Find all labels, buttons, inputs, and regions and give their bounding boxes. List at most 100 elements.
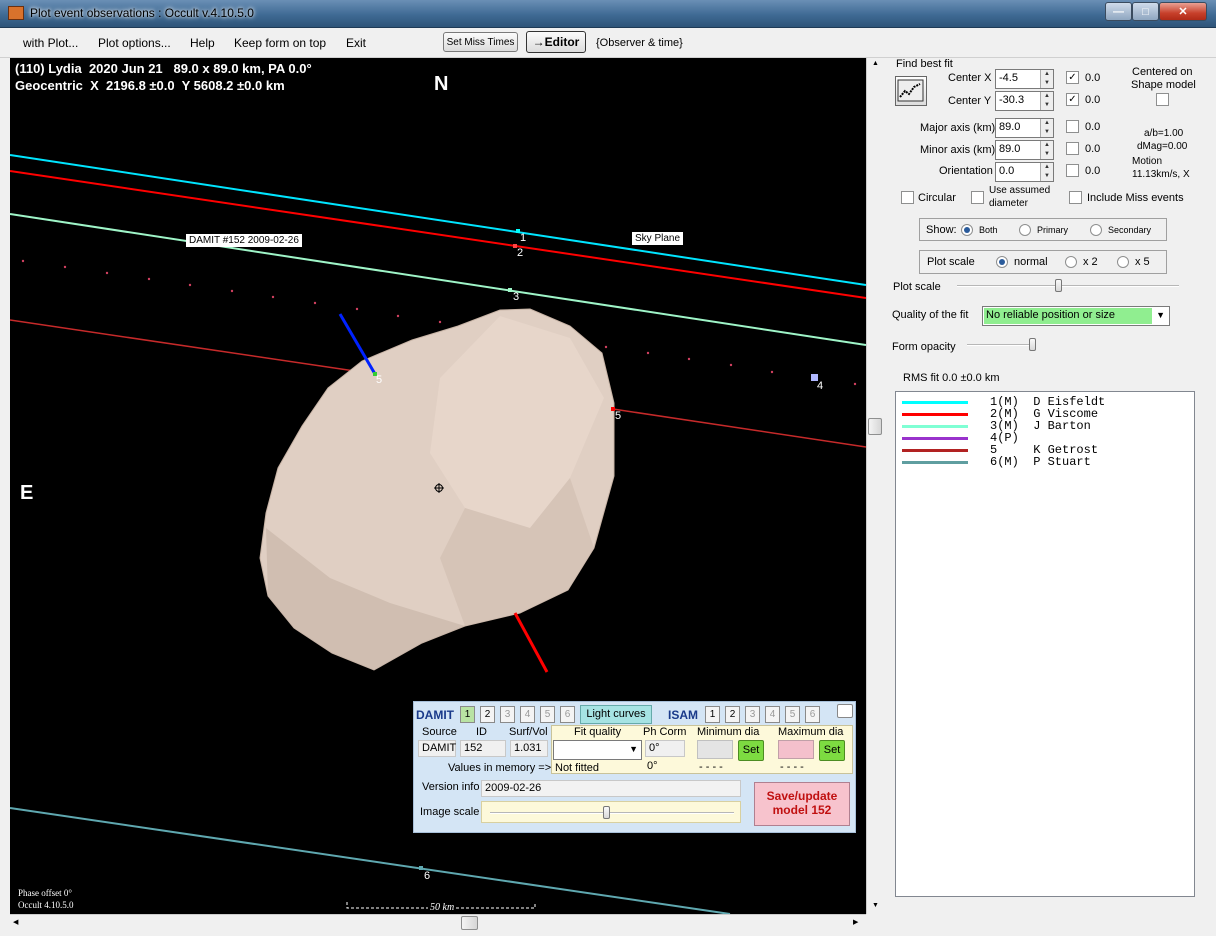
max-dia-header: Maximum dia — [778, 726, 844, 738]
quality-select[interactable]: No reliable position or size ▼ — [982, 306, 1170, 326]
motion-value: 11.13km/s, X — [1132, 169, 1190, 180]
centered-on-shape-checkbox[interactable] — [1156, 93, 1169, 106]
orientation-checkbox[interactable] — [1066, 164, 1079, 177]
fit-panel: Find best fit Center X -4.5 ▲ ▼ ✓ 0.0 Cent… — [883, 58, 1216, 936]
center-y-checkbox[interactable]: ✓ — [1066, 93, 1079, 106]
chord-label-1: 1 — [520, 232, 527, 244]
center-x-input[interactable]: -4.5 ▲ ▼ — [995, 69, 1054, 89]
plot-scale-group: Plot scale normal x 2 x 5 — [919, 250, 1167, 274]
north-label: N — [434, 73, 449, 95]
menu-exit[interactable]: Exit — [346, 36, 366, 50]
show-secondary-radio[interactable] — [1090, 224, 1102, 236]
set-miss-times-button[interactable]: Set Miss Times — [443, 32, 518, 52]
spin-arrows-icon[interactable]: ▲ ▼ — [1040, 163, 1053, 181]
menu-with-plot[interactable]: with Plot... — [23, 36, 78, 50]
scale-x2-radio[interactable] — [1065, 256, 1077, 268]
best-fit-button[interactable] — [895, 76, 927, 106]
center-x-checkbox[interactable]: ✓ — [1066, 71, 1079, 84]
quality-selected-value: No reliable position or size — [984, 308, 1152, 324]
fit-quality-select[interactable]: ▼ — [553, 740, 642, 760]
scroll-down-icon[interactable]: ▼ — [872, 902, 879, 909]
light-curves-button[interactable]: Light curves — [580, 705, 652, 724]
chord-label-4: 4 — [817, 380, 824, 392]
image-scale-thumb[interactable] — [603, 806, 611, 819]
include-miss-checkbox[interactable] — [1069, 191, 1082, 204]
damit-tab-4[interactable]: 4 — [520, 706, 535, 723]
form-opacity-slider[interactable] — [965, 336, 1037, 354]
isam-tab-4[interactable]: 4 — [765, 706, 780, 723]
major-axis-checkbox[interactable] — [1066, 120, 1079, 133]
center-y-fixed: 0.0 — [1085, 94, 1101, 106]
id-header: ID — [476, 726, 487, 738]
scale-normal-radio[interactable] — [996, 256, 1008, 268]
maximize-button[interactable]: □ — [1132, 2, 1159, 21]
menu-keep-on-top[interactable]: Keep form on top — [234, 36, 326, 50]
vscroll-thumb[interactable] — [868, 418, 882, 435]
scroll-up-icon[interactable]: ▲ — [872, 60, 879, 67]
damit-tab-6[interactable]: 6 — [560, 706, 575, 723]
damit-tab-5[interactable]: 5 — [540, 706, 555, 723]
plot-scale-slider[interactable] — [953, 277, 1183, 295]
image-scale-slider[interactable] — [481, 801, 741, 823]
minimize-button[interactable]: — — [1105, 2, 1132, 21]
editor-button[interactable]: →Editor — [526, 31, 586, 53]
plot-horizontal-scrollbar[interactable]: ◀ ▶ — [10, 914, 866, 931]
set-max-dia-button[interactable]: Set — [819, 740, 845, 761]
show-primary-label: Primary — [1037, 225, 1068, 235]
damit-tab-1[interactable]: 1 — [460, 706, 475, 723]
scroll-left-icon[interactable]: ◀ — [13, 918, 18, 926]
minor-axis-checkbox[interactable] — [1066, 142, 1079, 155]
scale-x5-radio[interactable] — [1117, 256, 1129, 268]
show-both-radio[interactable] — [961, 224, 973, 236]
form-opacity-thumb[interactable] — [1029, 338, 1036, 351]
isam-tab-2[interactable]: 2 — [725, 706, 740, 723]
set-min-dia-button[interactable]: Set — [738, 740, 764, 761]
plot-vertical-scrollbar[interactable]: ▲ ▼ — [866, 58, 883, 914]
close-button[interactable]: ✕ — [1159, 2, 1207, 21]
chord-label-2: 2 — [517, 247, 524, 259]
major-axis-input[interactable]: 89.0 ▲ ▼ — [995, 118, 1054, 138]
circular-checkbox[interactable] — [901, 191, 914, 204]
show-both-label: Both — [979, 225, 998, 235]
id-field: 152 — [460, 740, 506, 757]
minor-axis-input[interactable]: 89.0 ▲ ▼ — [995, 140, 1054, 160]
ph-corr-value2: 0° — [647, 760, 658, 772]
damit-tab-3[interactable]: 3 — [500, 706, 515, 723]
isam-tab-1[interactable]: 1 — [705, 706, 720, 723]
minor-axis-label: Minor axis (km) — [920, 144, 996, 156]
major-axis-label: Major axis (km) — [920, 122, 996, 134]
spin-arrows-icon[interactable]: ▲ ▼ — [1040, 119, 1053, 137]
save-update-button[interactable]: Save/update model 152 — [754, 782, 850, 826]
scroll-right-icon[interactable]: ▶ — [853, 918, 858, 926]
scale-bar-label: 50 km — [428, 902, 457, 913]
spin-arrows-icon[interactable]: ▲ ▼ — [1040, 141, 1053, 159]
damit-title: DAMIT — [416, 708, 454, 722]
center-y-input[interactable]: -30.3 ▲ ▼ — [995, 91, 1054, 111]
damit-close-box[interactable] — [837, 704, 853, 718]
use-assumed-diameter-checkbox[interactable] — [971, 191, 984, 204]
legend-row[interactable]: 6(M) P Stuart — [896, 455, 1194, 469]
shape-model-label: Shape model — [1131, 79, 1196, 91]
chord-label-5b: 5 — [615, 410, 622, 422]
spin-arrows-icon[interactable]: ▲ ▼ — [1040, 70, 1053, 88]
legend-row[interactable]: 3(M) J Barton — [896, 419, 1194, 433]
show-primary-radio[interactable] — [1019, 224, 1031, 236]
chord-line-5-left — [10, 319, 376, 375]
menu-plot-options[interactable]: Plot options... — [98, 36, 171, 50]
isam-tab-5[interactable]: 5 — [785, 706, 800, 723]
circular-label: Circular — [918, 192, 956, 204]
major-axis-fixed: 0.0 — [1085, 121, 1101, 133]
ph-corr-header: Ph Corm — [643, 726, 687, 738]
orientation-input[interactable]: 0.0 ▲ ▼ — [995, 162, 1054, 182]
isam-tab-6[interactable]: 6 — [805, 706, 820, 723]
hscroll-thumb[interactable] — [461, 916, 478, 930]
show-group: Show: Both Primary Secondary — [919, 218, 1167, 241]
damit-tab-2[interactable]: 2 — [480, 706, 495, 723]
window-title: Plot event observations : Occult v.4.10.… — [30, 6, 254, 20]
version-info-label: Version info — [422, 781, 480, 793]
plot-scale-thumb[interactable] — [1055, 279, 1063, 292]
spin-arrows-icon[interactable]: ▲ ▼ — [1040, 92, 1053, 110]
menu-help[interactable]: Help — [190, 36, 215, 50]
isam-tab-3[interactable]: 3 — [745, 706, 760, 723]
min-dia-field — [697, 740, 733, 759]
